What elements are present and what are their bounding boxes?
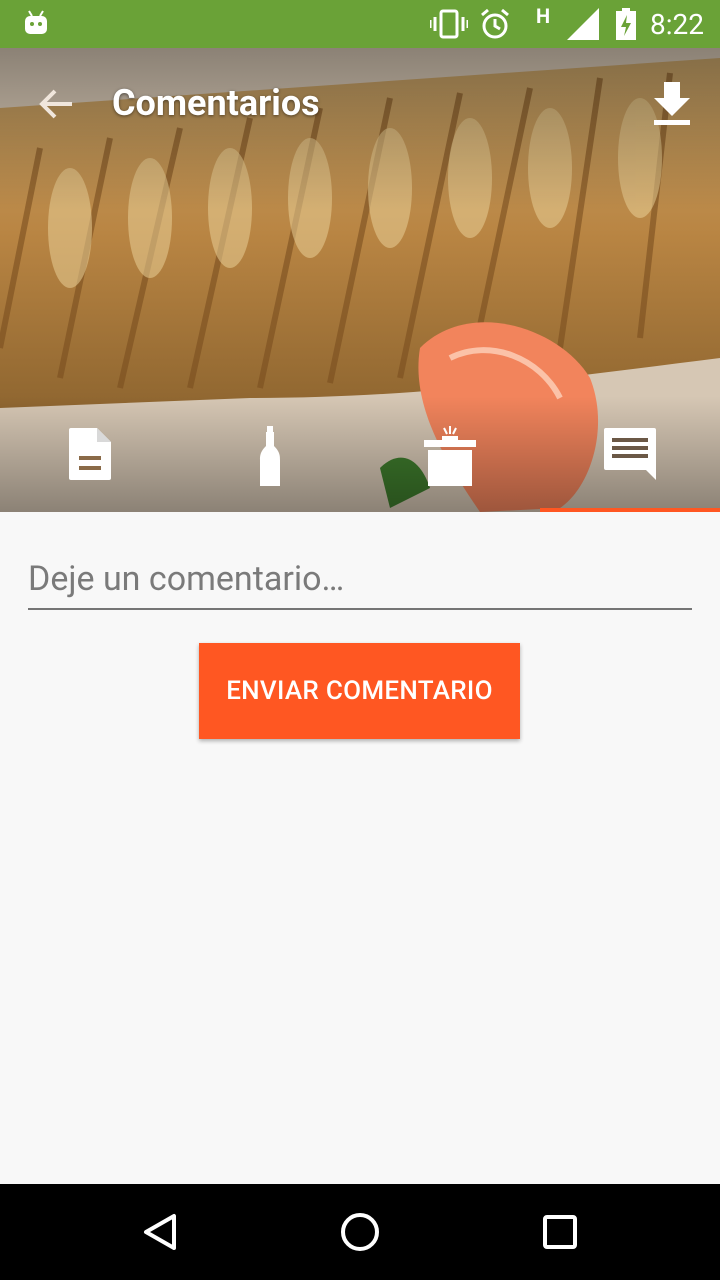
back-arrow-icon[interactable] — [28, 76, 84, 132]
signal-icon — [567, 8, 599, 40]
android-icon — [25, 10, 47, 34]
system-navigation-bar — [0, 1184, 720, 1280]
selected-tab-indicator — [540, 508, 720, 512]
alarm-icon — [481, 8, 509, 39]
tab-description[interactable] — [0, 412, 180, 512]
app-toolbar: Comentarios — [0, 48, 720, 160]
tab-drinks[interactable] — [180, 412, 360, 512]
tab-cooking[interactable] — [360, 412, 540, 512]
document-icon — [69, 428, 111, 480]
status-bar: H 8:22 — [0, 0, 720, 48]
vibrate-icon — [430, 9, 468, 39]
cooking-pot-icon — [424, 426, 476, 486]
send-comment-button[interactable]: ENVIAR COMENTARIO — [199, 643, 520, 739]
comment-input[interactable] — [28, 550, 692, 610]
battery-charging-icon — [616, 8, 636, 40]
status-clock: 8:22 — [650, 8, 704, 41]
recipe-header-image: Comentarios — [0, 48, 720, 512]
recents-square-icon[interactable] — [536, 1208, 584, 1256]
back-triangle-icon[interactable] — [136, 1208, 184, 1256]
home-circle-icon[interactable] — [336, 1208, 384, 1256]
comment-icon — [604, 428, 656, 480]
download-icon[interactable] — [644, 76, 700, 132]
page-title: Comentarios — [112, 82, 320, 124]
recipe-tabs — [0, 412, 720, 512]
network-type-label: H — [536, 4, 551, 28]
bottle-icon — [260, 426, 280, 486]
tab-comments[interactable] — [540, 412, 720, 512]
